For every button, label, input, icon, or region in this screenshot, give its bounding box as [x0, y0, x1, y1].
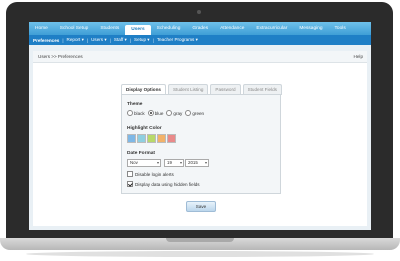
help-link[interactable]: Help [354, 54, 363, 59]
nav-item-grades[interactable]: Grades [186, 22, 214, 35]
theme-option-label: gray [173, 110, 183, 116]
color-swatch-icon[interactable] [127, 134, 136, 143]
disable-login-alerts-label: Disable login alerts [135, 171, 174, 177]
subnav-item-teacher-programs[interactable]: Teacher Programs ▾ [155, 37, 200, 43]
display-options-panel: Theme black blue gray green Highlight Co… [121, 94, 281, 194]
nav-item-scheduling[interactable]: Scheduling [151, 22, 187, 35]
color-swatch-icon[interactable] [137, 134, 146, 143]
subnav-item-preferences[interactable]: Preferences [31, 38, 61, 43]
month-select[interactable]: Nov ▾ [127, 159, 161, 167]
subnav-item-report[interactable]: Report ▾ [65, 37, 86, 43]
app-screen: Home School Setup Students Users Schedul… [29, 22, 371, 230]
disable-login-alerts-checkbox[interactable] [127, 171, 133, 177]
color-swatch-icon[interactable] [167, 134, 176, 143]
theme-radio-green[interactable] [185, 110, 192, 116]
nav-item-extracurricular[interactable]: Extracurricular [250, 22, 293, 35]
top-nav: Home School Setup Students Users Schedul… [29, 22, 371, 35]
laptop-shadow [26, 251, 374, 257]
nav-item-school-setup[interactable]: School Setup [54, 22, 95, 35]
chevron-down-icon: ▾ [156, 160, 159, 165]
highlight-swatches [127, 134, 177, 143]
display-hidden-fields-row: Display data using hidden fields [127, 181, 200, 187]
theme-options: black blue gray green [127, 110, 207, 116]
nav-item-home[interactable]: Home [29, 22, 54, 35]
chevron-down-icon: ▾ [204, 160, 207, 165]
disable-login-alerts-row: Disable login alerts [127, 171, 174, 177]
chevron-down-icon: ▾ [179, 160, 182, 165]
month-value: Nov [130, 160, 138, 165]
subnav-item-setup[interactable]: Setup ▾ [132, 37, 152, 43]
nav-item-attendance[interactable]: Attendance [214, 22, 250, 35]
color-swatch-icon[interactable] [157, 134, 166, 143]
theme-radio-black[interactable] [127, 110, 133, 116]
theme-radio-blue[interactable] [147, 110, 154, 116]
year-select[interactable]: 2015 ▾ [185, 159, 209, 167]
nav-item-students[interactable]: Students [94, 22, 125, 35]
nav-item-messaging[interactable]: Messaging [293, 22, 328, 35]
day-value: 19 [167, 160, 172, 165]
subnav-item-staff[interactable]: Staff ▾ [112, 37, 129, 43]
camera-icon [197, 10, 201, 14]
subnav-item-users[interactable]: Users ▾ [89, 37, 109, 43]
theme-option-label: blue [154, 110, 164, 116]
year-value: 2015 [188, 160, 198, 165]
sub-nav: Preferences | Report ▾ | Users ▾ | Staff… [29, 35, 371, 45]
save-button[interactable]: Save [186, 201, 216, 212]
highlight-color-label: Highlight Color [127, 126, 162, 131]
nav-item-users[interactable]: Users [125, 25, 151, 35]
theme-option-label: black [134, 110, 145, 116]
day-select[interactable]: 19 ▾ [164, 159, 184, 167]
color-swatch-icon[interactable] [147, 134, 156, 143]
breadcrumb: Users >> Preferences [38, 54, 83, 59]
display-hidden-fields-label: Display data using hidden fields [135, 181, 200, 187]
theme-label: Theme [127, 102, 143, 107]
theme-radio-gray[interactable] [166, 110, 173, 116]
nav-item-tools[interactable]: Tools [329, 22, 352, 35]
laptop-notch [166, 238, 234, 242]
theme-option-label: green [192, 110, 205, 116]
display-hidden-fields-checkbox[interactable] [127, 181, 133, 187]
breadcrumb-bar: Users >> Preferences Help [33, 51, 367, 63]
date-format-label: Date Format [127, 151, 155, 156]
